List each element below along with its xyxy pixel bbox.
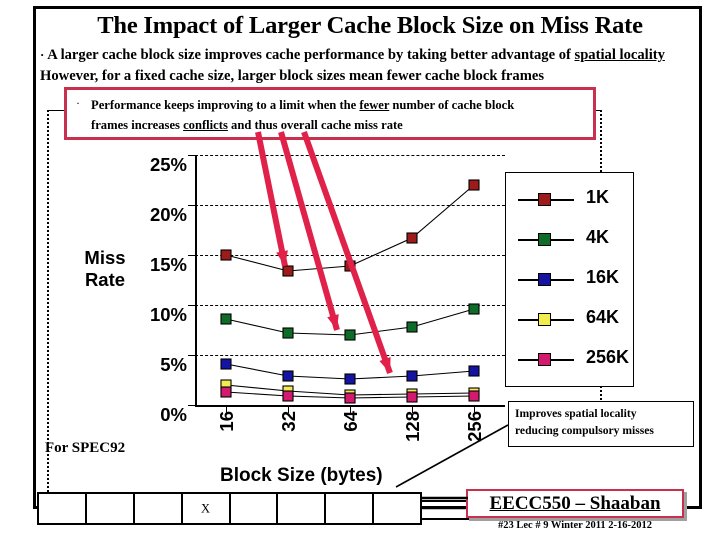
chart-data-point [344, 260, 356, 272]
intro-bullet-text-2: However, for a fixed cache size, larger … [40, 68, 545, 84]
callout-bullet-icon: · [76, 96, 80, 110]
legend-marker-icon [538, 313, 551, 326]
page-title: The Impact of Larger Cache Block Size on… [97, 12, 643, 39]
legend-label: 1K [586, 187, 610, 207]
callout-line2-b: and thus overall cache miss rate [227, 118, 403, 132]
cache-block-cell [39, 494, 87, 523]
legend-marker-icon [538, 273, 551, 286]
callout-line2-underline: conflicts [183, 118, 228, 132]
chart-data-point [344, 373, 356, 385]
cache-block-cell [278, 494, 327, 523]
legend-item-64K: 64K [506, 307, 635, 331]
chart-data-point [406, 370, 418, 382]
cache-block-diagram: X [37, 492, 422, 525]
chart-data-point [468, 390, 480, 402]
intro-bullet-underline-1: spatial locality [574, 47, 665, 63]
chart-data-point [282, 265, 294, 277]
callout-box: · Performance keeps improving to a limit… [64, 87, 596, 140]
chart-y-tick-label: 5% [160, 354, 187, 375]
legend-marker-icon [538, 193, 551, 206]
cache-block-cell [87, 494, 135, 523]
chart-data-point [220, 249, 232, 261]
course-brand-box: EECC550 – Shaaban [466, 489, 684, 518]
course-brand-text: EECC550 – Shaaban [489, 493, 661, 514]
side-note-line-1: Improves spatial locality [515, 407, 637, 420]
chart-data-point [344, 392, 356, 404]
chart-x-tick-label: 128 [402, 411, 423, 442]
chart-data-point [220, 313, 232, 325]
callout-line1-a: Performance keeps improving to a limit w… [91, 98, 360, 112]
side-note-text: Improves spatial locality reducing compu… [515, 405, 691, 439]
legend-item-16K: 16K [506, 267, 635, 291]
chart-data-point [406, 321, 418, 333]
chart-data-point [468, 179, 480, 191]
cache-block-cell [374, 494, 420, 523]
chart-y-tick-label: 15% [149, 254, 187, 275]
spec92-note: For SPEC92 [45, 440, 126, 456]
chart-data-point [344, 329, 356, 341]
cache-block-label: X [201, 501, 211, 515]
chart-y-tick-label: 10% [149, 304, 187, 325]
chart-x-tick-label: 16 [216, 411, 237, 432]
chart-data-point [468, 303, 480, 315]
legend-item-4K: 4K [506, 227, 635, 251]
cache-block-cell: X [183, 494, 231, 523]
chart-series-line-1K [225, 184, 475, 272]
legend-label: 4K [586, 227, 610, 247]
chart-data-point [406, 232, 418, 244]
callout-line1-underline: fewer [359, 98, 390, 112]
chart-x-tick-label: 32 [278, 411, 299, 432]
footer-meta: #23 Lec # 9 Winter 2011 2-16-2012 [498, 520, 652, 531]
chart-x-axis-title: Block Size (bytes) [220, 465, 383, 486]
legend-marker-icon [538, 353, 551, 366]
chart-y-tick-labels: 0% 5% 10% 15% 20% 25% [115, 154, 187, 425]
legend-marker-icon [538, 233, 551, 246]
legend-item-1K: 1K [506, 187, 635, 211]
chart-plot-area: 16 32 64 128 256 [188, 155, 505, 442]
bullet-marker-icon: · [40, 47, 45, 62]
callout-line2-a: frames increases [91, 118, 184, 132]
legend-item-256K: 256K [506, 347, 635, 371]
chart-data-point [282, 327, 294, 339]
intro-bullet: · A larger cache block size improves cac… [40, 44, 695, 87]
chart-data-point [468, 365, 480, 377]
chart-series-layer [220, 179, 480, 404]
chart-legend: 1K 4K 16K 64K 256K [505, 172, 634, 387]
chart-data-point [220, 386, 232, 398]
legend-label: 16K [586, 267, 620, 287]
chart-y-tick-label: 20% [149, 204, 187, 225]
cache-block-cell [135, 494, 183, 523]
intro-bullet-text-1: A larger cache block size improves cache… [47, 47, 575, 63]
callout-text: Performance keeps improving to a limit w… [91, 95, 591, 135]
chart-data-point [282, 370, 294, 382]
legend-label: 256K [586, 347, 630, 367]
chart-y-tick-label: 25% [149, 154, 187, 175]
chart-x-tick-label: 256 [464, 411, 485, 442]
chart-data-point [282, 390, 294, 402]
side-note-box: Improves spatial locality reducing compu… [508, 401, 694, 447]
cache-block-cell [326, 494, 375, 523]
callout-line1-b: number of cache block [389, 98, 515, 112]
chart-y-tick-label: 0% [160, 404, 187, 425]
chart-data-point [220, 358, 232, 370]
legend-label: 64K [586, 307, 620, 327]
chart-data-point [406, 391, 418, 403]
slide: The Impact of Larger Cache Block Size on… [0, 0, 720, 540]
cache-block-cell [231, 494, 279, 523]
chart-x-tick-label: 64 [340, 411, 361, 432]
side-note-line-2: reducing compulsory misses [515, 424, 654, 437]
